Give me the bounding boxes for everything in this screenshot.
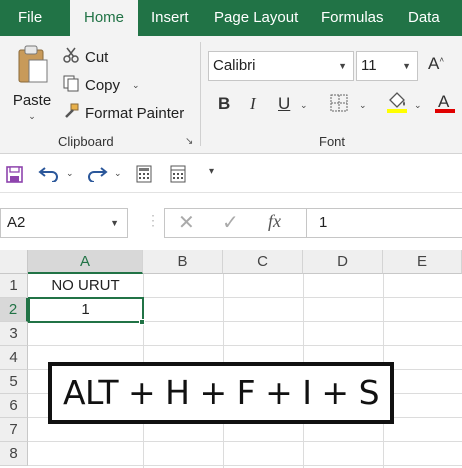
scissors-icon <box>62 46 80 68</box>
undo-icon[interactable] <box>38 164 60 185</box>
row-header-6[interactable]: 6 <box>0 394 28 418</box>
tab-page-layout[interactable]: Page Layout <box>214 0 298 36</box>
cancel-icon[interactable]: ✕ <box>178 210 195 235</box>
ribbon-tab-bar: File Home Insert Page Layout Formulas Da… <box>0 0 462 36</box>
format-painter-button[interactable]: Format Painter <box>62 102 184 124</box>
gridline <box>28 441 462 442</box>
font-name-value: Calibri <box>213 57 256 74</box>
formula-input[interactable]: 1 <box>306 208 462 238</box>
row-header-1[interactable]: 1 <box>0 274 28 298</box>
redo-icon[interactable] <box>86 164 108 185</box>
italic-button[interactable]: I <box>250 94 256 114</box>
tab-insert[interactable]: Insert <box>151 0 189 36</box>
chevron-down-icon: ▼ <box>338 61 347 71</box>
font-group-label: Font <box>319 134 346 149</box>
group-separator <box>200 42 201 146</box>
font-size-value: 11 <box>361 57 377 74</box>
fill-color-dropdown-icon[interactable]: ⌄ <box>414 100 422 111</box>
tab-formulas[interactable]: Formulas <box>321 0 384 36</box>
row-header-2[interactable]: 2 <box>0 298 28 322</box>
row-header-5[interactable]: 5 <box>0 370 28 394</box>
more-options-icon: ⋮ <box>146 212 160 228</box>
underline-dropdown-icon[interactable]: ⌄ <box>300 100 308 111</box>
worksheet-grid: A B C D E 1 2 3 4 5 6 7 8 NO URUT 1 <box>0 250 462 468</box>
cut-label: Cut <box>85 48 109 66</box>
enter-icon[interactable]: ✓ <box>222 210 239 235</box>
borders-dropdown-icon[interactable]: ⌄ <box>359 100 367 111</box>
formula-input-value: 1 <box>319 214 328 231</box>
row-header-7[interactable]: 7 <box>0 418 28 442</box>
tab-home[interactable]: Home <box>70 0 138 36</box>
column-header-d[interactable]: D <box>303 250 383 274</box>
ribbon-home: Paste ⌄ Cut Copy ⌄ Format Painter Clipbo… <box>0 36 462 154</box>
tab-data[interactable]: Data <box>408 0 440 36</box>
customize-qat-icon[interactable]: ▾ <box>209 166 214 177</box>
clipboard-group-label: Clipboard <box>58 134 114 149</box>
paintbrush-icon <box>62 102 80 124</box>
active-cell-border <box>28 297 144 323</box>
select-all-corner[interactable] <box>0 250 28 274</box>
copy-icon <box>62 74 80 96</box>
cut-button[interactable]: Cut <box>62 46 108 68</box>
increase-font-size-icon[interactable]: A˄ <box>428 54 444 74</box>
insert-function-button[interactable]: fx <box>268 211 281 232</box>
formula-bar: A2 ▼ ⋮ ✕ ✓ fx 1 <box>0 194 462 248</box>
quick-access-toolbar: ⌄ ⌄ ▾ <box>0 155 462 193</box>
underline-button[interactable]: U <box>278 94 290 114</box>
format-painter-label: Format Painter <box>85 104 185 122</box>
undo-dropdown-icon[interactable]: ⌄ <box>66 168 74 179</box>
clipboard-dialog-launcher-icon[interactable]: ↘ <box>185 136 193 147</box>
fill-handle[interactable] <box>139 319 145 325</box>
row-header-8[interactable]: 8 <box>0 442 28 466</box>
form-icon[interactable] <box>170 165 186 186</box>
row-header-3[interactable]: 3 <box>0 322 28 346</box>
column-header-a[interactable]: A <box>28 250 143 274</box>
clipboard-paste-icon <box>13 44 51 90</box>
paste-label: Paste <box>12 92 52 109</box>
paste-button[interactable]: Paste ⌄ <box>10 44 54 128</box>
save-icon[interactable] <box>6 166 23 186</box>
font-size-dropdown[interactable]: 11 ▼ <box>356 51 418 81</box>
row-header-4[interactable]: 4 <box>0 346 28 370</box>
gridline <box>28 345 462 346</box>
bold-button[interactable]: B <box>218 94 230 114</box>
column-header-c[interactable]: C <box>223 250 303 274</box>
copy-label: Copy <box>85 76 121 94</box>
cell-a1[interactable]: NO URUT <box>28 274 143 298</box>
chevron-down-icon: ▼ <box>110 218 119 228</box>
calculator-icon[interactable] <box>136 165 152 186</box>
fill-color-icon[interactable] <box>386 90 408 117</box>
column-header-b[interactable]: B <box>143 250 223 274</box>
chevron-down-icon: ▼ <box>402 61 411 71</box>
tab-file[interactable]: File <box>18 0 42 36</box>
name-box[interactable]: A2 ▼ <box>0 208 128 238</box>
column-header-e[interactable]: E <box>383 250 462 274</box>
name-box-value: A2 <box>7 214 26 231</box>
borders-icon[interactable] <box>330 94 348 115</box>
paste-dropdown-icon[interactable]: ⌄ <box>28 111 36 122</box>
font-name-dropdown[interactable]: Calibri ▼ <box>208 51 354 81</box>
shortcut-annotation: ALT + H + F + I + S <box>48 362 394 424</box>
gridline <box>28 465 462 466</box>
redo-dropdown-icon[interactable]: ⌄ <box>114 168 122 179</box>
svg-text:A: A <box>438 92 450 111</box>
font-color-icon[interactable]: A <box>434 90 456 117</box>
copy-dropdown-icon[interactable]: ⌄ <box>132 80 140 91</box>
copy-button[interactable]: Copy ⌄ <box>62 74 140 96</box>
